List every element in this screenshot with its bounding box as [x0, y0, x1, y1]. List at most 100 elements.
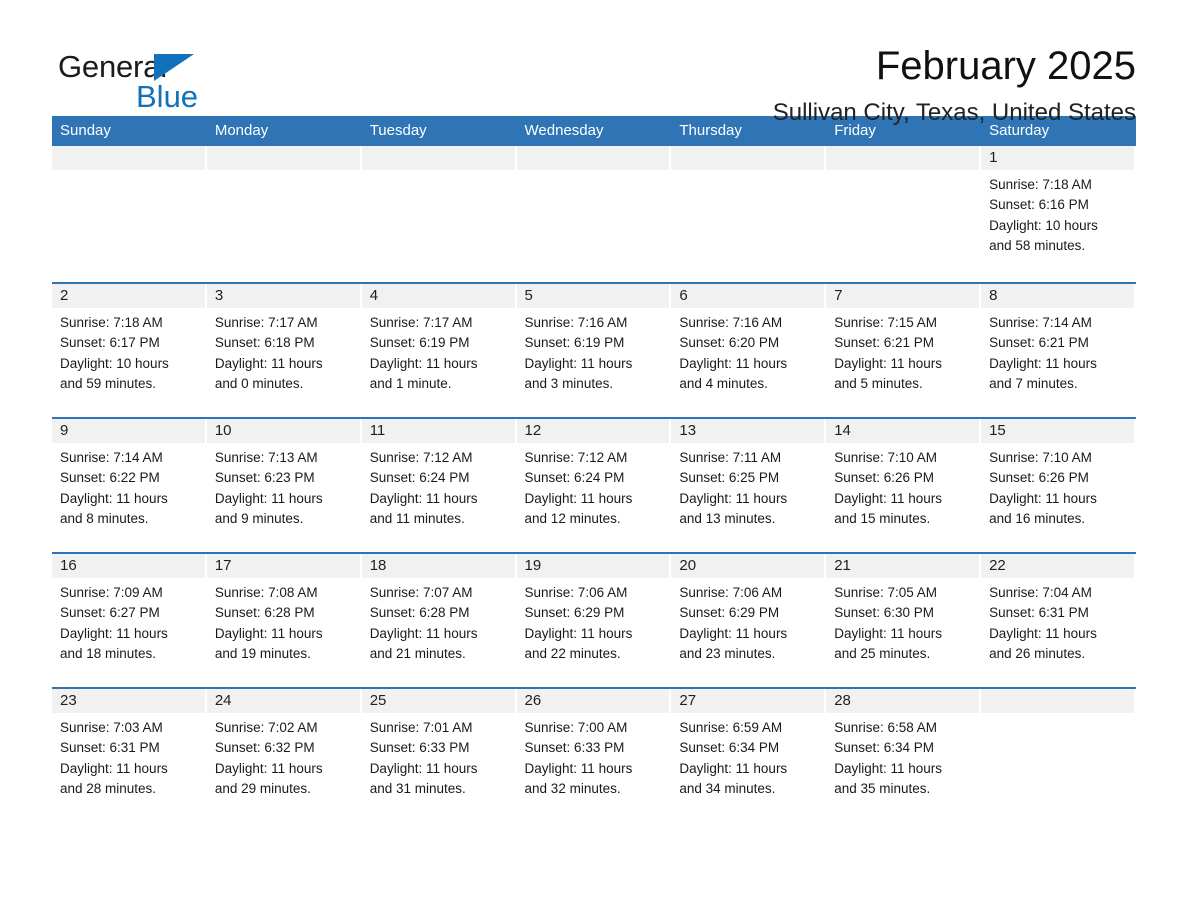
- day-number: 7: [826, 284, 982, 308]
- calendar-day-cell[interactable]: 26 Sunrise: 7:00 AM Sunset: 6:33 PM Dayligh…: [516, 687, 672, 823]
- daylight-text-line1: Daylight: 11 hours: [524, 355, 633, 371]
- calendar-day-cell[interactable]: 7 Sunrise: 7:15 AM Sunset: 6:21 PM Daylight…: [826, 282, 982, 418]
- day-number: 8: [981, 284, 1136, 308]
- day-details: Sunrise: 7:18 AM Sunset: 6:17 PM Daylight:…: [52, 308, 207, 394]
- daylight-text-line2: and 13 minutes.: [679, 510, 776, 526]
- sunset-text: Sunset: 6:34 PM: [834, 740, 935, 756]
- calendar-day-cell-empty: [671, 146, 827, 283]
- day-details: Sunrise: 7:16 AM Sunset: 6:20 PM Daylight:…: [671, 308, 826, 394]
- calendar-day-cell[interactable]: 19 Sunrise: 7:06 AM Sunset: 6:29 PM Dayligh…: [516, 552, 672, 688]
- daylight-text-line2: and 34 minutes.: [679, 780, 776, 796]
- calendar-day-cell[interactable]: 17 Sunrise: 7:08 AM Sunset: 6:28 PM Dayligh…: [206, 552, 362, 688]
- day-cell-inner: 2 Sunrise: 7:18 AM Sunset: 6:17 PM Daylight…: [52, 284, 207, 417]
- day-details: Sunrise: 6:58 AM Sunset: 6:34 PM Daylight:…: [826, 713, 981, 799]
- calendar-day-cell[interactable]: 25 Sunrise: 7:01 AM Sunset: 6:33 PM Dayligh…: [361, 687, 517, 823]
- calendar-day-cell[interactable]: 1 Sunrise: 7:18 AM Sunset: 6:16 PM Daylight…: [981, 146, 1136, 283]
- calendar-day-cell[interactable]: 20 Sunrise: 7:06 AM Sunset: 6:29 PM Dayligh…: [671, 552, 827, 688]
- calendar-day-cell[interactable]: 12 Sunrise: 7:12 AM Sunset: 6:24 PM Dayligh…: [516, 417, 672, 553]
- sunset-text: Sunset: 6:18 PM: [214, 335, 315, 351]
- sunset-text: Sunset: 6:33 PM: [524, 740, 625, 756]
- day-cell-inner: 17 Sunrise: 7:08 AM Sunset: 6:28 PM Dayligh…: [206, 554, 362, 687]
- calendar-day-cell[interactable]: 24 Sunrise: 7:02 AM Sunset: 6:32 PM Dayligh…: [206, 687, 362, 823]
- calendar-day-cell[interactable]: 2 Sunrise: 7:18 AM Sunset: 6:17 PM Daylight…: [52, 282, 207, 418]
- calendar-day-cell[interactable]: 21 Sunrise: 7:05 AM Sunset: 6:30 PM Dayligh…: [826, 552, 982, 688]
- sunset-text: Sunset: 6:24 PM: [369, 470, 470, 486]
- calendar-day-cell[interactable]: 16 Sunrise: 7:09 AM Sunset: 6:27 PM Dayligh…: [52, 552, 207, 688]
- day-cell-inner: 10 Sunrise: 7:13 AM Sunset: 6:23 PM Dayligh…: [206, 419, 362, 552]
- day-number: 22: [981, 554, 1136, 578]
- generalblue-logo[interactable]: General Blue: [58, 42, 238, 114]
- daylight-text-line2: and 22 minutes.: [524, 645, 621, 661]
- calendar-day-cell[interactable]: 6 Sunrise: 7:16 AM Sunset: 6:20 PM Daylight…: [671, 282, 827, 418]
- daylight-text-line1: Daylight: 10 hours: [989, 217, 1098, 233]
- daylight-text-line2: and 7 minutes.: [989, 375, 1078, 391]
- day-number: [206, 146, 362, 170]
- daylight-text-line2: and 28 minutes.: [60, 780, 157, 796]
- daylight-text-line1: Daylight: 11 hours: [679, 760, 788, 776]
- day-number: 5: [516, 284, 672, 308]
- daylight-text-line2: and 3 minutes.: [524, 375, 614, 391]
- daylight-text-line1: Daylight: 11 hours: [989, 355, 1097, 371]
- day-cell-inner: 6 Sunrise: 7:16 AM Sunset: 6:20 PM Daylight…: [671, 284, 827, 417]
- day-cell-inner: 19 Sunrise: 7:06 AM Sunset: 6:29 PM Dayligh…: [516, 554, 672, 687]
- sunrise-text: Sunrise: 7:09 AM: [60, 585, 163, 600]
- sunset-text: Sunset: 6:17 PM: [60, 335, 160, 351]
- sunset-text: Sunset: 6:22 PM: [60, 470, 160, 486]
- calendar-day-cell[interactable]: 4 Sunrise: 7:17 AM Sunset: 6:19 PM Daylight…: [361, 282, 517, 418]
- day-number: 14: [826, 419, 982, 443]
- calendar-week-row: 16 Sunrise: 7:09 AM Sunset: 6:27 PM Dayligh…: [52, 552, 1136, 688]
- calendar-day-cell[interactable]: 15 Sunrise: 7:10 AM Sunset: 6:26 PM Dayligh…: [981, 417, 1136, 553]
- day-number: [981, 689, 1136, 713]
- sunset-text: Sunset: 6:29 PM: [679, 605, 780, 621]
- sunset-text: Sunset: 6:30 PM: [834, 605, 935, 621]
- day-details: Sunrise: 6:59 AM Sunset: 6:34 PM Daylight:…: [671, 713, 826, 799]
- daylight-text-line2: and 4 minutes.: [679, 375, 768, 391]
- sunrise-text: Sunrise: 7:14 AM: [989, 315, 1092, 330]
- calendar-day-cell[interactable]: 18 Sunrise: 7:07 AM Sunset: 6:28 PM Dayligh…: [361, 552, 517, 688]
- daylight-text-line2: and 31 minutes.: [369, 780, 466, 796]
- calendar-day-cell[interactable]: 28 Sunrise: 6:58 AM Sunset: 6:34 PM Dayligh…: [826, 687, 982, 823]
- sunrise-text: Sunrise: 7:12 AM: [369, 450, 473, 465]
- calendar-day-cell-empty: [361, 146, 517, 283]
- calendar-day-cell[interactable]: 13 Sunrise: 7:11 AM Sunset: 6:25 PM Dayligh…: [671, 417, 827, 553]
- daylight-text-line1: Daylight: 11 hours: [60, 760, 168, 776]
- sunrise-text: Sunrise: 7:17 AM: [369, 315, 473, 330]
- calendar-day-cell[interactable]: 23 Sunrise: 7:03 AM Sunset: 6:31 PM Dayligh…: [52, 687, 207, 823]
- sunrise-text: Sunrise: 7:07 AM: [369, 585, 473, 600]
- day-number: 16: [52, 554, 207, 578]
- calendar-day-cell[interactable]: 9 Sunrise: 7:14 AM Sunset: 6:22 PM Daylight…: [52, 417, 207, 553]
- calendar-day-cell[interactable]: 22 Sunrise: 7:04 AM Sunset: 6:31 PM Dayligh…: [981, 552, 1136, 688]
- day-details: Sunrise: 7:07 AM Sunset: 6:28 PM Daylight:…: [362, 578, 517, 664]
- day-number: 3: [206, 284, 362, 308]
- sunset-text: Sunset: 6:19 PM: [524, 335, 625, 351]
- calendar-day-cell[interactable]: 8 Sunrise: 7:14 AM Sunset: 6:21 PM Daylight…: [981, 282, 1136, 418]
- sunrise-text: Sunrise: 7:03 AM: [60, 720, 163, 735]
- day-number: 26: [516, 689, 672, 713]
- daylight-text-line2: and 32 minutes.: [524, 780, 621, 796]
- sunset-text: Sunset: 6:28 PM: [369, 605, 470, 621]
- day-details: Sunrise: 7:09 AM Sunset: 6:27 PM Daylight:…: [52, 578, 207, 664]
- calendar-day-cell[interactable]: 3 Sunrise: 7:17 AM Sunset: 6:18 PM Daylight…: [206, 282, 362, 418]
- daylight-text-line2: and 19 minutes.: [214, 645, 311, 661]
- sunrise-text: Sunrise: 7:13 AM: [214, 450, 318, 465]
- day-details: Sunrise: 7:10 AM Sunset: 6:26 PM Daylight:…: [981, 443, 1136, 529]
- sunset-text: Sunset: 6:31 PM: [989, 605, 1089, 621]
- sunrise-text: Sunrise: 7:11 AM: [679, 450, 782, 465]
- day-cell-inner: [516, 146, 672, 282]
- day-cell-inner: [826, 146, 982, 282]
- daylight-text-line1: Daylight: 11 hours: [369, 355, 478, 371]
- daylight-text-line2: and 23 minutes.: [679, 645, 776, 661]
- calendar-day-cell[interactable]: 14 Sunrise: 7:10 AM Sunset: 6:26 PM Dayligh…: [826, 417, 982, 553]
- calendar-day-cell-empty: [826, 146, 982, 283]
- daylight-text-line1: Daylight: 11 hours: [369, 625, 478, 641]
- day-cell-inner: 23 Sunrise: 7:03 AM Sunset: 6:31 PM Dayligh…: [52, 689, 207, 823]
- calendar-day-cell[interactable]: 5 Sunrise: 7:16 AM Sunset: 6:19 PM Daylight…: [516, 282, 672, 418]
- calendar-day-cell[interactable]: 11 Sunrise: 7:12 AM Sunset: 6:24 PM Dayligh…: [361, 417, 517, 553]
- daylight-text-line1: Daylight: 11 hours: [989, 625, 1097, 641]
- day-cell-inner: 8 Sunrise: 7:14 AM Sunset: 6:21 PM Daylight…: [981, 284, 1136, 417]
- daylight-text-line2: and 29 minutes.: [214, 780, 311, 796]
- day-cell-inner: [671, 146, 827, 282]
- daylight-text-line2: and 35 minutes.: [834, 780, 931, 796]
- calendar-day-cell[interactable]: 10 Sunrise: 7:13 AM Sunset: 6:23 PM Dayligh…: [206, 417, 362, 553]
- calendar-day-cell[interactable]: 27 Sunrise: 6:59 AM Sunset: 6:34 PM Dayligh…: [671, 687, 827, 823]
